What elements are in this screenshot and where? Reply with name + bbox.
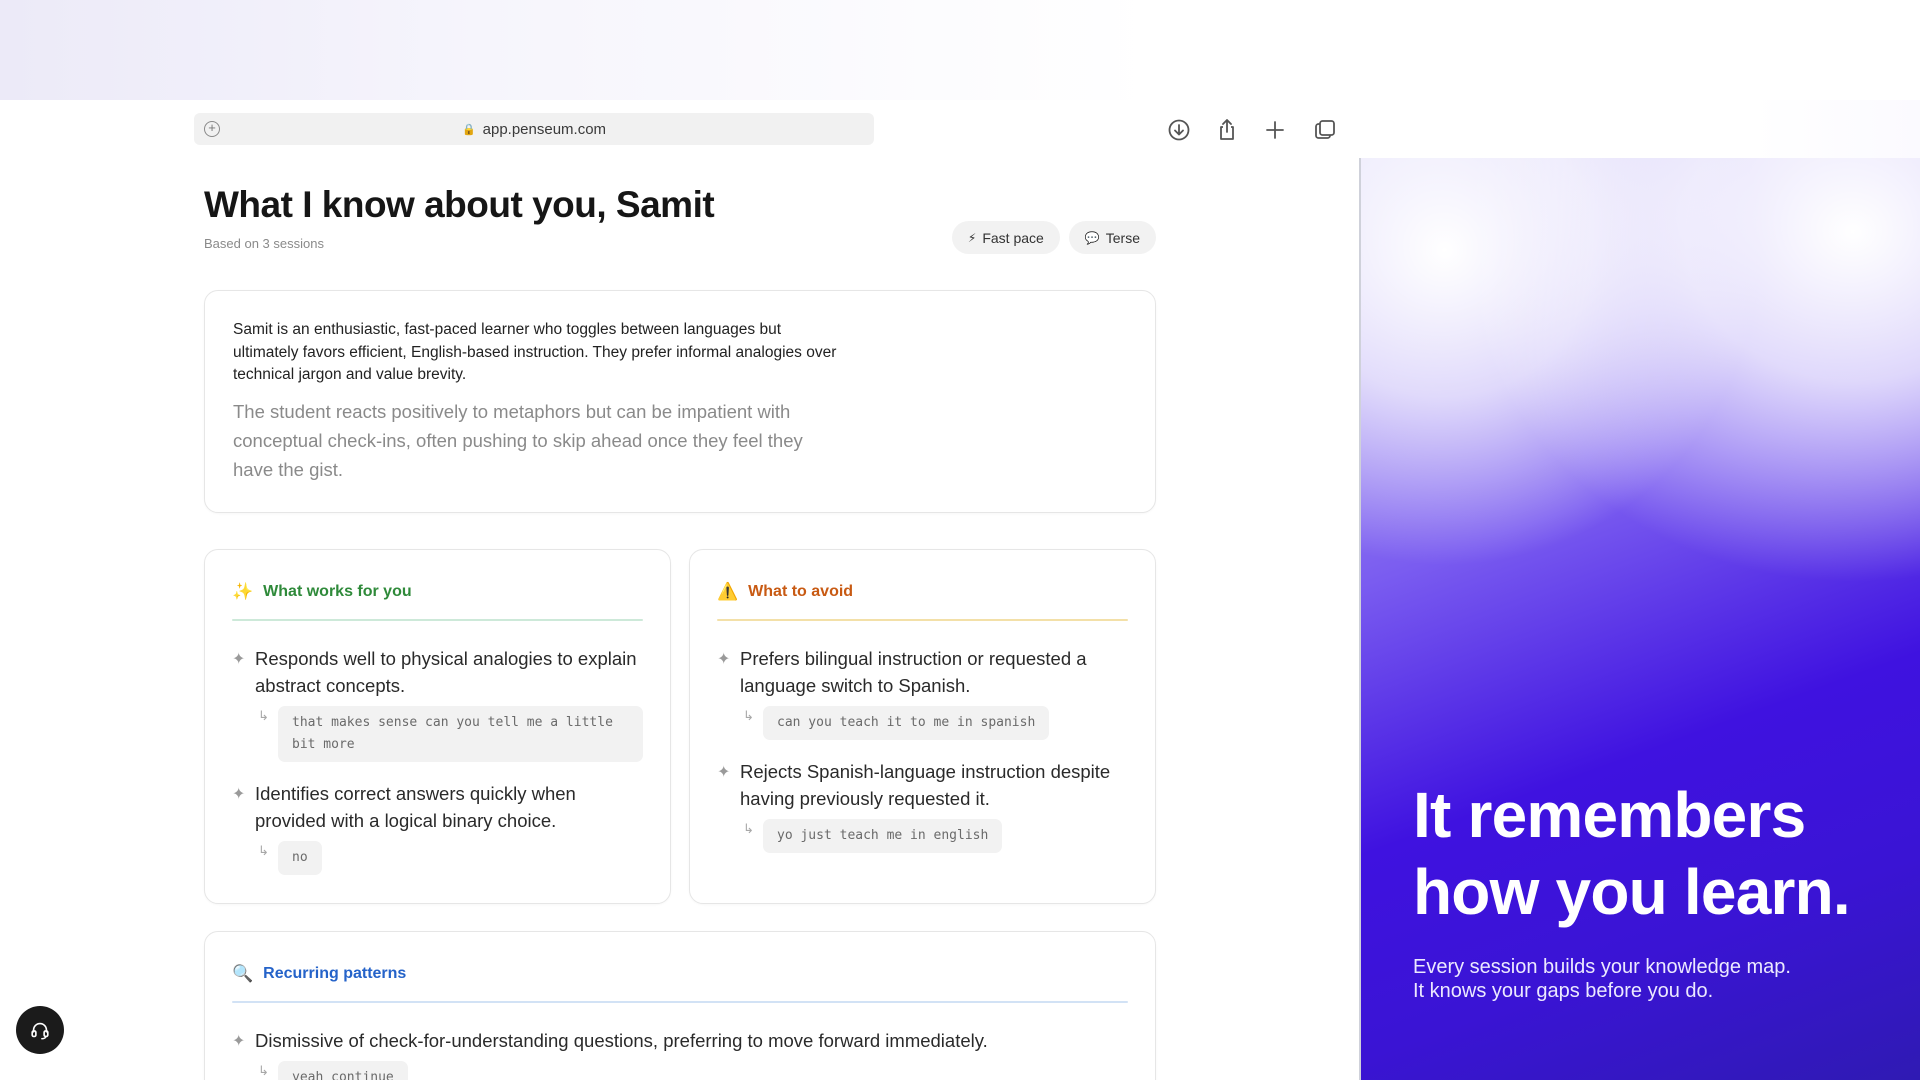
tabs-icon[interactable] — [1311, 116, 1339, 144]
help-button[interactable] — [16, 1006, 64, 1054]
tag-fast-pace: ⚡ Fast pace — [951, 221, 1060, 254]
what-works-card: ✨ What works for you ✦ Responds well to … — [204, 549, 671, 904]
section-divider — [232, 619, 643, 621]
what-to-avoid-card: ⚠️ What to avoid ✦ Prefers bilingual ins… — [689, 549, 1156, 904]
plus-icon[interactable] — [1261, 116, 1289, 144]
quote-row: ↳ can you teach it to me in spanish — [717, 706, 1128, 740]
section-divider — [232, 1001, 1128, 1003]
headset-icon — [31, 1022, 49, 1040]
share-icon[interactable] — [1213, 116, 1241, 144]
what-to-avoid-heading: ⚠️ What to avoid — [717, 580, 1128, 604]
download-icon[interactable] — [1165, 116, 1193, 144]
recurring-patterns-heading: 🔍 Recurring patterns — [232, 962, 1128, 986]
student-quote: no — [278, 841, 322, 875]
item-text: Rejects Spanish-language instruction des… — [740, 761, 1111, 809]
summary-card: Samit is an enthusiastic, fast-paced lea… — [204, 290, 1156, 513]
item-text: Prefers bilingual instruction or request… — [740, 648, 1087, 696]
section-divider — [717, 619, 1128, 621]
sparkle-bullet-icon: ✦ — [232, 651, 246, 668]
quote-row: ↳ no — [232, 841, 643, 875]
student-quote: can you teach it to me in spanish — [763, 706, 1050, 740]
page-title: What I know about you, Samit — [204, 184, 715, 225]
list-item: ✦ Identifies correct answers quickly whe… — [232, 780, 643, 834]
section-title: Recurring patterns — [263, 965, 407, 982]
panel-top-fade — [1359, 100, 1920, 158]
sparkle-bullet-icon: ✦ — [232, 786, 246, 803]
quote-row: ↳ yo just teach me in english — [717, 819, 1128, 853]
item-text: Responds well to physical analogies to e… — [255, 648, 637, 696]
list-item: ✦ Rejects Spanish-language instruction d… — [717, 758, 1128, 812]
student-quote: that makes sense can you tell me a littl… — [278, 706, 643, 762]
student-quote: yo just teach me in english — [763, 819, 1003, 853]
tag-terse: 💬 Terse — [1068, 221, 1156, 254]
item-text: Identifies correct answers quickly when … — [255, 783, 576, 831]
tagline-line-2: It knows your gaps before you do. — [1413, 980, 1714, 1002]
address-bar[interactable]: 🔒 app.penseum.com — [194, 113, 874, 145]
list-item: ✦ Prefers bilingual instruction or reque… — [717, 645, 1128, 699]
headline-line-1: It remembers — [1413, 779, 1806, 851]
sparkles-icon: ✨ — [232, 582, 254, 601]
list-item: ✦ Responds well to physical analogies to… — [232, 645, 643, 699]
what-works-heading: ✨ What works for you — [232, 580, 643, 604]
speech-bubble-icon: 💬 — [1084, 230, 1100, 245]
headline-line-2: how you learn. — [1413, 856, 1851, 928]
sparkle-bullet-icon: ✦ — [717, 764, 731, 781]
browser-bar: 🔒 app.penseum.com + — [194, 113, 874, 145]
list-item: ✦ Dismissive of check-for-understanding … — [232, 1027, 1128, 1054]
marketing-panel — [1359, 158, 1920, 1080]
sparkle-bullet-icon: ✦ — [232, 1033, 246, 1050]
reply-arrow-icon: ↳ — [258, 1063, 269, 1078]
url-text: app.penseum.com — [482, 120, 607, 138]
warning-icon: ⚠️ — [717, 582, 739, 601]
summary-secondary: The student reacts positively to metapho… — [233, 400, 803, 480]
reply-arrow-icon: ↳ — [258, 843, 269, 858]
quote-row: ↳ that makes sense can you tell me a lit… — [232, 706, 643, 762]
top-gradient-strip — [0, 0, 1920, 100]
tag-label: Fast pace — [982, 229, 1044, 246]
magnifier-icon: 🔍 — [232, 964, 254, 983]
item-text: Dismissive of check-for-understanding qu… — [255, 1030, 988, 1051]
summary-primary: Samit is an enthusiastic, fast-paced lea… — [233, 321, 837, 383]
reply-arrow-icon: ↳ — [743, 708, 754, 723]
marketing-tagline: Every session builds your knowledge map.… — [1413, 955, 1913, 1003]
reply-arrow-icon: ↳ — [258, 708, 269, 723]
lightning-icon: ⚡ — [967, 230, 977, 245]
sparkle-bullet-icon: ✦ — [717, 651, 731, 668]
marketing-headline: It remembers how you learn. — [1413, 777, 1913, 931]
lock-icon: 🔒 — [461, 123, 476, 136]
session-count: Based on 3 sessions — [204, 236, 324, 251]
learner-tags: ⚡ Fast pace 💬 Terse — [951, 221, 1156, 254]
section-title: What to avoid — [748, 583, 854, 600]
plus-circle-icon[interactable]: + — [204, 121, 220, 137]
student-quote: yeah continue — [278, 1061, 408, 1080]
quote-row: ↳ yeah continue — [232, 1061, 1128, 1080]
section-title: What works for you — [263, 583, 412, 600]
recurring-patterns-card: 🔍 Recurring patterns ✦ Dismissive of che… — [204, 931, 1156, 1080]
reply-arrow-icon: ↳ — [743, 821, 754, 836]
tag-label: Terse — [1105, 229, 1140, 246]
tagline-line-1: Every session builds your knowledge map. — [1413, 956, 1791, 978]
